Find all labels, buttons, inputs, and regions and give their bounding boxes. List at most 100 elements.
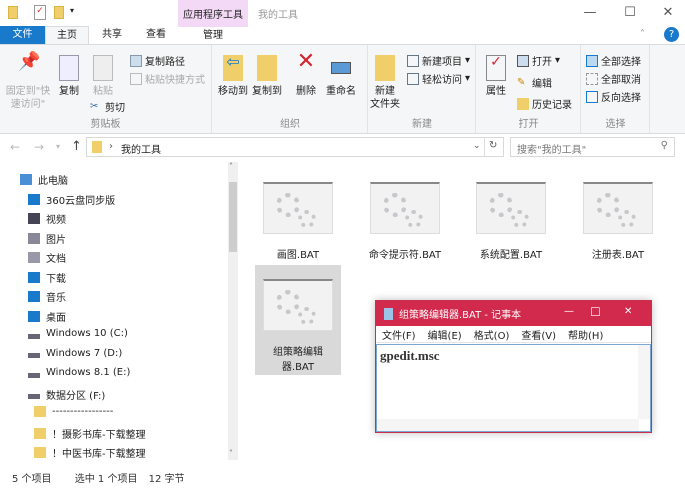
nav-item-folder-tcm-library[interactable]: ！中医书库-下载整理 — [34, 445, 146, 460]
tab-home[interactable]: 主页 — [45, 26, 89, 45]
copy-button[interactable]: 复制 — [54, 55, 84, 98]
batch-file-gear-icon — [476, 182, 546, 234]
paste-shortcut-icon — [130, 72, 142, 85]
collapse-ribbon-icon[interactable]: ˄ — [640, 29, 645, 40]
tab-view[interactable]: 查看 — [134, 26, 178, 44]
menu-format[interactable]: 格式(O) — [474, 327, 510, 342]
ribbon-tabs: 文件 主页 共享 查看 ˄ ? — [0, 26, 685, 45]
new-folder-button[interactable]: 新建 文件夹 — [369, 55, 401, 111]
file-name: 系统配置.BAT — [479, 250, 543, 261]
pin-button[interactable]: 📌 固定到"快速访问" — [4, 53, 52, 111]
nav-item-videos[interactable]: 视频 — [28, 211, 66, 226]
status-bar: 5 个项目 选中 1 个项目 12 字节 — [0, 462, 685, 490]
copy-to-button[interactable]: 复制到 — [251, 55, 283, 98]
new-item-icon — [407, 54, 419, 67]
nav-item-downloads[interactable]: 下载 — [28, 270, 66, 285]
nav-item-folder-dashes[interactable]: ----------------- — [34, 406, 113, 417]
selected-count: 选中 1 个项目 — [74, 474, 138, 485]
select-all-button[interactable]: 全部选择 — [586, 53, 641, 68]
nav-item-label: 360云盘同步版 — [46, 195, 116, 207]
cut-button[interactable]: ✂ 剪切 — [90, 99, 125, 115]
menu-help[interactable]: 帮助(H) — [568, 327, 603, 342]
file-item[interactable]: 系统配置.BAT — [468, 182, 554, 263]
notepad-text-area[interactable]: gpedit.msc — [376, 344, 651, 432]
invert-selection-icon — [586, 90, 598, 103]
new-folder-icon[interactable] — [54, 6, 64, 19]
search-icon: ⚲ — [660, 140, 668, 151]
recent-dropdown[interactable]: ▾ — [56, 142, 60, 151]
file-item[interactable]: 注册表.BAT — [575, 182, 661, 263]
menu-file[interactable]: 文件(F) — [382, 327, 416, 342]
customize-qa-icon[interactable]: ▾ — [70, 6, 74, 15]
tab-share[interactable]: 共享 — [90, 26, 134, 44]
edit-button[interactable]: ✎ 编辑 — [517, 75, 552, 91]
scroll-down-icon[interactable]: ˅ — [229, 449, 233, 458]
copy-path-label: 复制路径 — [145, 57, 185, 68]
back-button[interactable]: ← — [10, 140, 20, 154]
up-button[interactable]: ↑ — [71, 139, 82, 154]
nav-item-desktop[interactable]: 桌面 — [28, 309, 66, 324]
paste-shortcut-button[interactable]: 粘贴快捷方式 — [130, 71, 205, 86]
notepad-close-button[interactable]: ✕ — [624, 306, 632, 317]
copy-path-button[interactable]: 复制路径 — [130, 53, 185, 68]
paste-label: 粘贴 — [93, 86, 113, 97]
maximize-button[interactable]: ☐ — [610, 3, 650, 23]
history-button[interactable]: 历史记录 — [517, 96, 572, 111]
nav-item-label: 桌面 — [46, 312, 66, 324]
nav-item-music[interactable]: 音乐 — [28, 289, 66, 304]
nav-item-pictures[interactable]: 图片 — [28, 231, 66, 246]
new-group: 新建 文件夹 新建项目 ▾ 轻松访问 ▾ 新建 — [369, 45, 476, 133]
menu-edit[interactable]: 编辑(E) — [428, 327, 462, 342]
notepad-minimize-button[interactable]: — — [564, 306, 574, 317]
paste-button[interactable]: 粘贴 — [88, 55, 118, 98]
copy-to-icon — [257, 55, 277, 81]
minimize-button[interactable]: — — [570, 3, 610, 23]
properties-icon[interactable]: ✓ — [34, 5, 46, 20]
close-button[interactable]: ✕ — [648, 3, 685, 23]
delete-button[interactable]: ✕ 删除 — [291, 51, 321, 98]
nav-item-this-pc[interactable]: 此电脑 — [20, 172, 68, 187]
move-to-icon: ⇦ — [223, 54, 243, 81]
open-button[interactable]: 打开 ▾ — [517, 53, 560, 68]
nav-item-360-cloud[interactable]: 360云盘同步版 — [28, 192, 115, 207]
properties-button[interactable]: ✓ 属性 — [483, 55, 509, 98]
scroll-thumb[interactable] — [229, 182, 237, 252]
search-input[interactable]: 搜索"我的工具" ⚲ — [510, 137, 675, 157]
select-none-icon — [586, 72, 598, 85]
nav-item-label: ！中医书库-下载整理 — [52, 449, 146, 460]
select-none-button[interactable]: 全部取消 — [586, 71, 641, 86]
nav-item-folder-photo-library[interactable]: ！摄影书库-下载整理 — [34, 426, 146, 441]
nav-item-drive-d[interactable]: Windows 7 (D:) — [28, 348, 122, 359]
forward-button[interactable]: → — [34, 140, 44, 154]
file-item[interactable]: 画图.BAT — [255, 182, 341, 263]
file-item[interactable]: 组策略编辑器.BAT — [255, 265, 341, 375]
folder-icon — [8, 6, 18, 19]
address-dropdown-icon[interactable]: ⌄ — [473, 141, 481, 151]
help-icon[interactable]: ? — [664, 27, 679, 42]
nav-item-label: ！摄影书库-下载整理 — [52, 429, 146, 441]
ribbon: 📌 固定到"快速访问" 复制 粘贴 复制路径 粘贴快捷方式 ✂ 剪切 剪贴板 ⇦ 移动… — [0, 44, 685, 134]
easy-access-button[interactable]: 轻松访问 ▾ — [407, 71, 470, 86]
file-item[interactable]: 命令提示符.BAT — [362, 182, 448, 263]
nav-item-label: 文档 — [46, 254, 66, 265]
new-item-label: 新建项目 — [422, 57, 462, 68]
address-bar[interactable]: › 我的工具 ⌄ ↻ — [86, 137, 504, 157]
nav-item-drive-c[interactable]: Windows 10 (C:) — [28, 328, 128, 339]
scroll-up-icon[interactable]: ˄ — [229, 162, 233, 171]
refresh-icon[interactable]: ↻ — [489, 140, 497, 151]
notepad-maximize-button[interactable]: ☐ — [590, 305, 601, 319]
nav-item-drive-e[interactable]: Windows 8.1 (E:) — [28, 367, 130, 378]
invert-selection-button[interactable]: 反向选择 — [586, 89, 641, 104]
move-to-button[interactable]: ⇦ 移动到 — [217, 54, 249, 98]
notepad-hscrollbar[interactable] — [377, 419, 639, 431]
nav-item-documents[interactable]: 文档 — [28, 250, 66, 265]
new-item-button[interactable]: 新建项目 ▾ — [407, 53, 470, 68]
tab-file[interactable]: 文件 — [0, 26, 45, 44]
nav-item-drive-f[interactable]: 数据分区 (F:) — [28, 387, 105, 402]
rename-button[interactable]: 重命名 — [323, 55, 359, 98]
notepad-vscrollbar[interactable] — [638, 345, 650, 419]
pictures-icon — [28, 232, 40, 244]
nav-scrollbar[interactable]: ˄ ˅ — [228, 162, 238, 460]
breadcrumb-path[interactable]: 我的工具 — [121, 141, 161, 156]
menu-view[interactable]: 查看(V) — [521, 327, 556, 342]
